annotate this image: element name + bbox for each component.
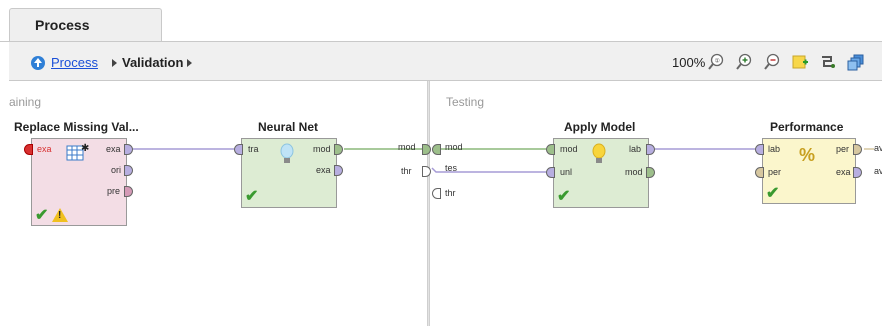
perf-side-label-2: av bbox=[874, 166, 882, 176]
port-label: mod bbox=[625, 167, 643, 177]
port-label: exa bbox=[316, 165, 331, 175]
apply-model-in-unl[interactable] bbox=[546, 167, 555, 178]
lightbulb-icon bbox=[280, 143, 294, 163]
port-label: tra bbox=[248, 144, 259, 154]
status-ok-icon: ✔ bbox=[557, 188, 571, 205]
port-label: unl bbox=[560, 167, 573, 177]
port-label: exa bbox=[37, 144, 52, 154]
testing-in-tes-label: tes bbox=[445, 163, 458, 173]
svg-text:✱: ✱ bbox=[81, 143, 89, 154]
svg-text:%: % bbox=[799, 145, 815, 165]
replace-missing-title: Replace Missing Val... bbox=[14, 120, 139, 134]
connection-wires bbox=[129, 148, 874, 173]
performance-title: Performance bbox=[770, 120, 844, 134]
warning-icon: ! bbox=[52, 208, 68, 222]
training-out-mod-label: mod bbox=[398, 142, 416, 152]
status-ok-icon: ✔ bbox=[766, 185, 780, 202]
performance-in-lab[interactable] bbox=[755, 144, 764, 155]
testing-in-thr-port[interactable] bbox=[432, 188, 441, 199]
port-label: exa bbox=[836, 167, 851, 177]
apply-model-title: Apply Model bbox=[564, 120, 636, 134]
port-label: exa bbox=[106, 144, 121, 154]
testing-in-thr-label: thr bbox=[445, 188, 456, 198]
port-label: lab bbox=[629, 144, 642, 154]
port-label: ori bbox=[111, 165, 122, 175]
status-ok-icon: ✔ bbox=[35, 207, 49, 224]
testing-in-mod-port[interactable] bbox=[432, 144, 441, 155]
port-label: pre bbox=[107, 186, 121, 196]
status-ok-icon: ✔ bbox=[245, 188, 259, 205]
apply-model-in-mod[interactable] bbox=[546, 144, 555, 155]
port-label: mod bbox=[560, 144, 578, 154]
replace-missing-in-exa[interactable] bbox=[24, 144, 33, 155]
percent-icon: % bbox=[799, 145, 815, 165]
neural-net-title: Neural Net bbox=[258, 120, 319, 134]
port-label: per bbox=[836, 144, 850, 154]
port-label: lab bbox=[768, 144, 781, 154]
perf-side-label-1: av bbox=[874, 143, 882, 153]
performance-in-per[interactable] bbox=[755, 167, 764, 178]
port-label: mod bbox=[313, 144, 331, 154]
neural-net-in-tra[interactable] bbox=[234, 144, 243, 155]
port-label: per bbox=[768, 167, 782, 177]
testing-in-mod-label: mod bbox=[445, 142, 463, 152]
training-out-thr-label: thr bbox=[401, 166, 412, 176]
lightbulb-icon bbox=[592, 143, 606, 163]
table-icon: ✱ bbox=[66, 143, 89, 161]
